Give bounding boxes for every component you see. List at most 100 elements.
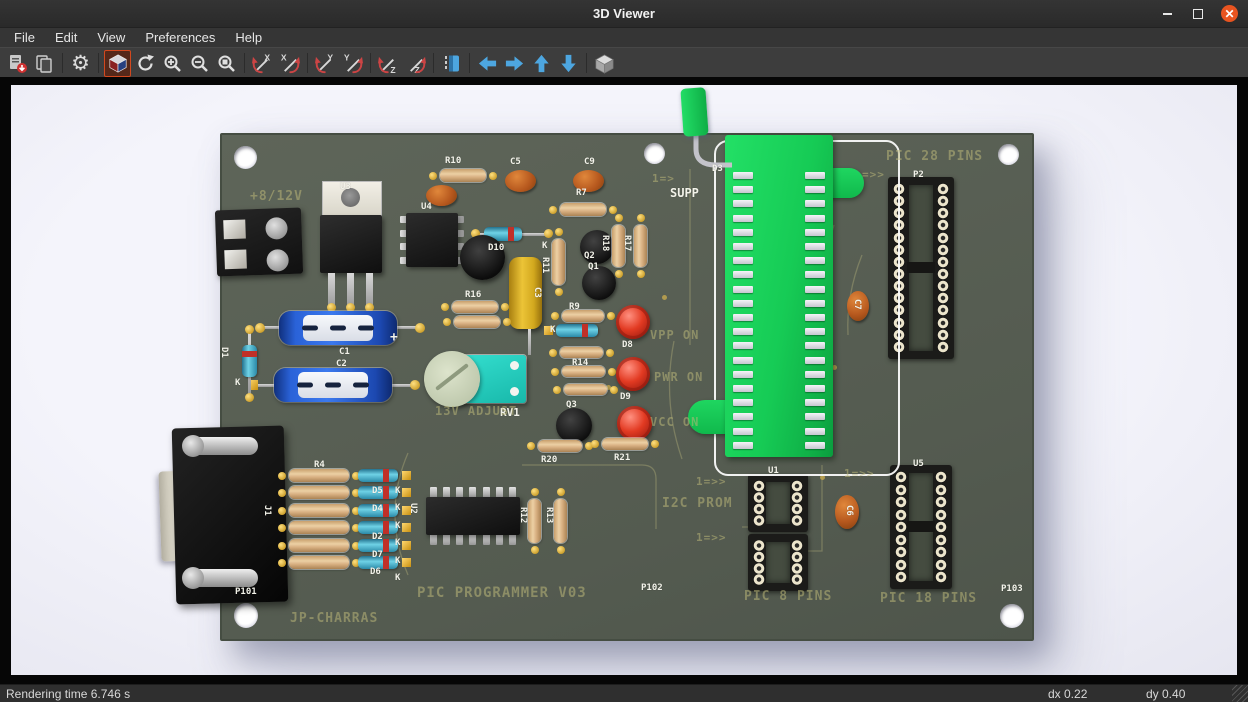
maximize-button[interactable]	[1189, 5, 1206, 22]
socket-pin-hole	[937, 268, 949, 280]
move-board-icon[interactable]	[439, 51, 464, 76]
socket-pin-hole	[935, 559, 947, 571]
socket-pin-hole	[935, 546, 947, 558]
minimize-button[interactable]	[1159, 5, 1176, 22]
zif-contact	[805, 286, 825, 293]
solder-pad	[544, 229, 553, 238]
zif-contact	[805, 413, 825, 420]
zif-contact	[733, 357, 753, 364]
menu-file[interactable]: File	[4, 30, 45, 45]
regulator-tab-hole	[341, 188, 360, 207]
zif-contact	[733, 342, 753, 349]
zif-contact	[733, 442, 753, 449]
rotate-x-neg-icon[interactable]: X	[250, 51, 275, 76]
socket-pin-hole	[937, 256, 949, 268]
rendering-time: Rendering time 6.746 s	[6, 687, 130, 701]
terminal-screw	[265, 217, 288, 240]
toolbar-separator	[98, 53, 99, 73]
toolbar-separator	[307, 53, 308, 73]
socket-pin-hole	[753, 503, 765, 515]
socket-pin-hole	[935, 496, 947, 508]
socket-pin-hole	[937, 219, 949, 231]
socket-pin-hole	[753, 515, 765, 527]
title-bar[interactable]: 3D Viewer ✕	[0, 0, 1248, 28]
terminal-clamp	[223, 219, 246, 239]
zif-contact	[733, 257, 753, 264]
capacitor-black	[460, 235, 505, 280]
socket-pin-hole	[937, 317, 949, 329]
socket-pin-hole	[791, 574, 803, 585]
zif-contact	[733, 300, 753, 307]
resize-grip[interactable]	[1232, 685, 1248, 702]
rotate-y-pos-icon[interactable]: Y	[340, 51, 365, 76]
trimmer-rv1	[422, 349, 532, 409]
zif-contact	[733, 371, 753, 378]
3d-canvas[interactable]: U3R10C5C9R7U4D10KQ2Q1R18R17R11C3R16R9KR1…	[11, 85, 1237, 675]
zif-contact	[805, 371, 825, 378]
zif-contact	[733, 328, 753, 335]
diode-row	[358, 469, 398, 482]
socket-pin-hole	[753, 574, 765, 585]
pan-down-icon[interactable]	[556, 51, 581, 76]
refresh-view-icon[interactable]	[133, 51, 158, 76]
toolbar-separator	[586, 53, 587, 73]
copy-image-icon[interactable]	[32, 51, 57, 76]
resistor-r6	[564, 384, 607, 395]
diode-d11	[556, 324, 598, 337]
render-current-view-icon[interactable]	[104, 50, 131, 77]
zif-contact	[805, 357, 825, 364]
pcb-board: U3R10C5C9R7U4D10KQ2Q1R18R17R11C3R16R9KR1…	[220, 133, 1034, 641]
zif-contact	[805, 257, 825, 264]
svg-text:Z: Z	[390, 65, 395, 74]
zif-contact	[733, 286, 753, 293]
zif-socket	[725, 135, 833, 457]
toolbar-separator	[433, 53, 434, 73]
pan-left-icon[interactable]	[475, 51, 500, 76]
menu-view[interactable]: View	[87, 30, 135, 45]
resistor-row	[289, 486, 349, 499]
settings-gear-icon[interactable]: ⚙	[68, 51, 93, 76]
rotate-x-pos-icon[interactable]: X	[277, 51, 302, 76]
rotate-z-pos-icon[interactable]: Z	[403, 51, 428, 76]
menu-edit[interactable]: Edit	[45, 30, 87, 45]
solder-pad	[402, 506, 411, 515]
status-dy: dy 0.40	[1146, 687, 1185, 701]
zoom-in-icon[interactable]	[160, 51, 185, 76]
menu-preferences[interactable]: Preferences	[135, 30, 225, 45]
socket-pin-hole	[895, 534, 907, 546]
toolbar-separator	[62, 53, 63, 73]
zif-contact	[805, 428, 825, 435]
rotate-z-neg-icon[interactable]: Z	[376, 51, 401, 76]
status-dx: dx 0.22	[1048, 687, 1087, 701]
zoom-fit-icon[interactable]	[214, 51, 239, 76]
menu-help[interactable]: Help	[225, 30, 272, 45]
zif-lever-handle	[680, 87, 708, 137]
rotate-y-neg-icon[interactable]: Y	[313, 51, 338, 76]
regulator-leg	[366, 273, 373, 307]
solder-pad	[415, 323, 425, 333]
socket-pin-hole	[935, 534, 947, 546]
zif-contact	[805, 342, 825, 349]
zif-contact	[805, 243, 825, 250]
solder-pad	[402, 541, 411, 550]
zif-contact	[805, 215, 825, 222]
socket-pin-hole	[937, 195, 949, 207]
solder-pad	[402, 523, 411, 532]
resistor-r13	[554, 499, 567, 543]
export-image-icon[interactable]	[5, 51, 30, 76]
zoom-out-icon[interactable]	[187, 51, 212, 76]
socket-pin-hole	[753, 480, 765, 492]
pan-right-icon[interactable]	[502, 51, 527, 76]
orthographic-view-icon[interactable]	[592, 51, 617, 76]
pan-up-icon[interactable]	[529, 51, 554, 76]
resistor-r11	[552, 239, 565, 285]
zif-contact	[733, 229, 753, 236]
zif-contact	[805, 172, 825, 179]
close-button[interactable]: ✕	[1221, 5, 1238, 22]
capacitor-c6	[835, 495, 859, 529]
diode-d2	[358, 521, 398, 534]
solder-pad	[255, 323, 265, 333]
diode-d4	[358, 504, 398, 517]
zif-contact	[733, 413, 753, 420]
svg-text:X: X	[264, 53, 270, 63]
